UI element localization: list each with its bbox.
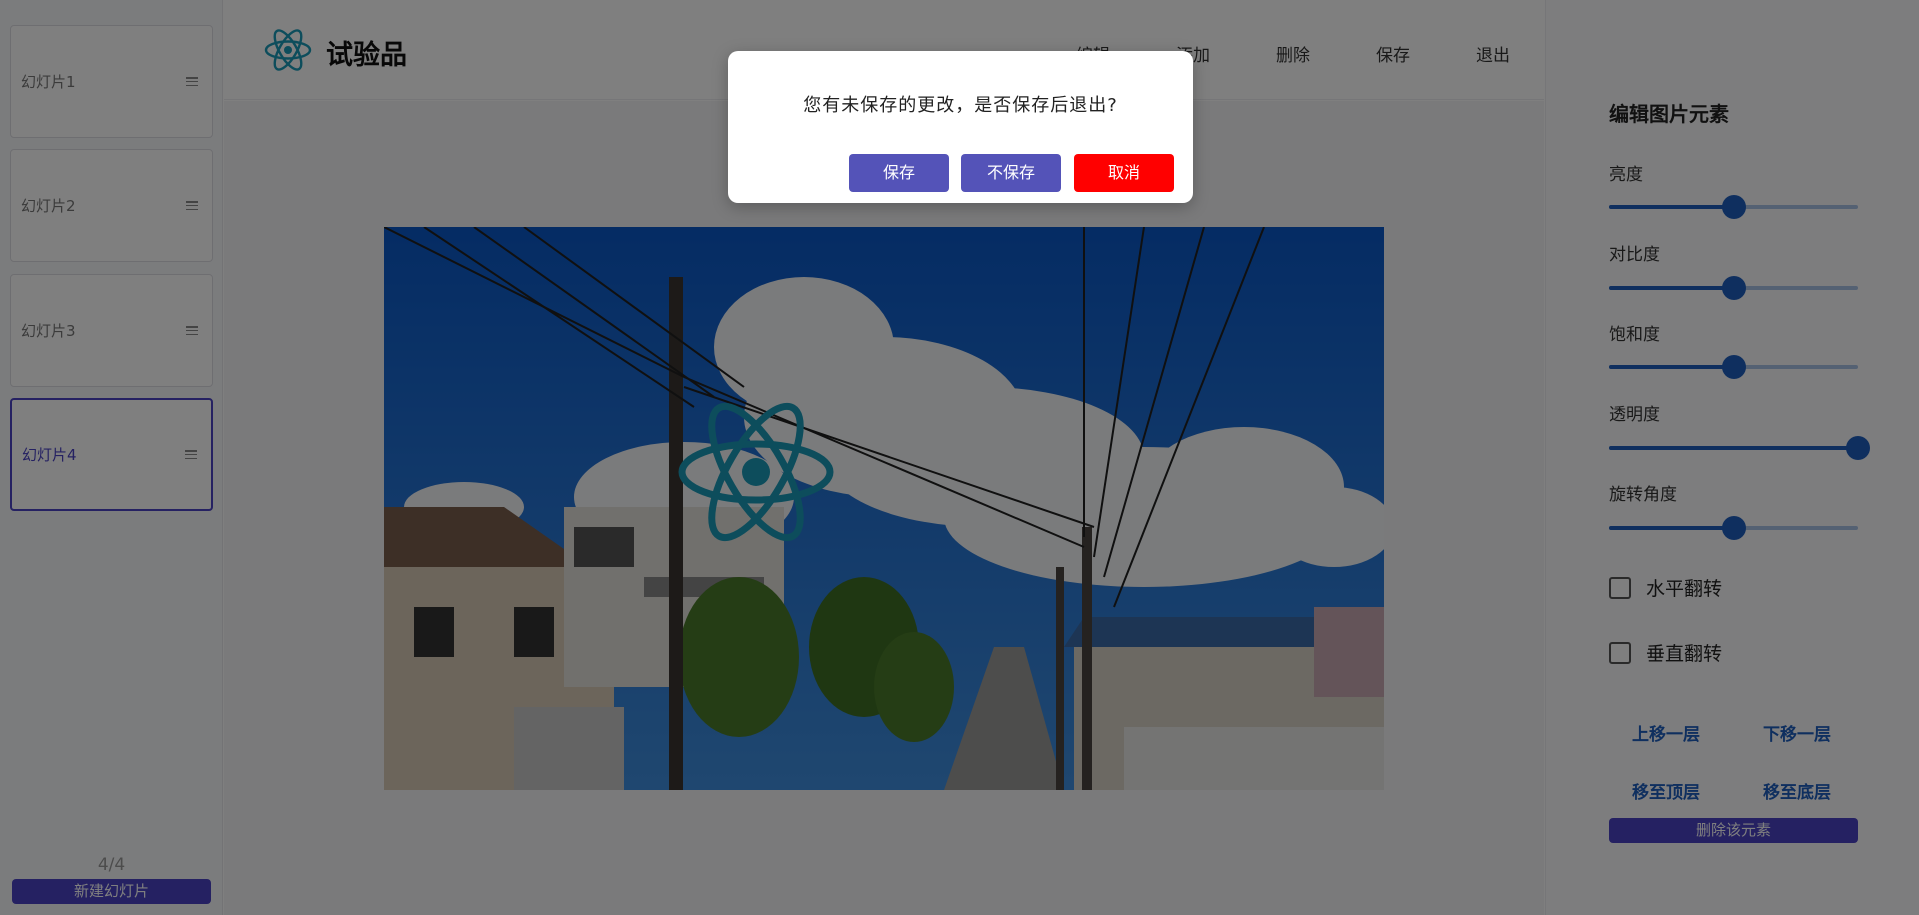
dialog-dont-save-button[interactable]: 不保存 [961, 154, 1061, 192]
unsaved-changes-dialog: 您有未保存的更改，是否保存后退出? 保存 不保存 取消 [728, 51, 1193, 203]
dialog-save-button[interactable]: 保存 [849, 154, 949, 192]
dialog-message: 您有未保存的更改，是否保存后退出? [803, 95, 1118, 116]
dialog-cancel-button[interactable]: 取消 [1074, 154, 1174, 192]
